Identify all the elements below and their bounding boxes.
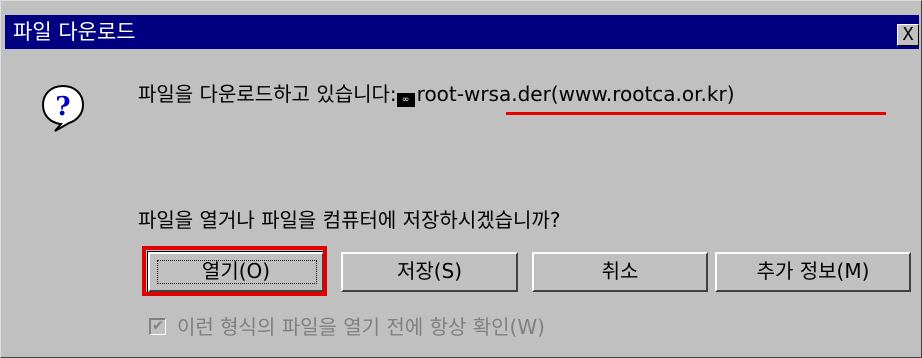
filename-highlight-underline <box>506 112 886 115</box>
save-button-label: 저장(S) <box>396 259 463 283</box>
download-message: 파일을 다운로드하고 있습니다: ∞ root-wrsa.der(www.rootc… <box>138 80 735 108</box>
question-icon: ? <box>41 84 85 132</box>
close-button[interactable]: X <box>897 24 919 46</box>
always-ask-label: 이런 형식의 파일을 열기 전에 항상 확인(W) <box>177 315 545 339</box>
cancel-button-label: 취소 <box>601 259 639 283</box>
more-info-button[interactable]: 추가 정보(M) <box>715 252 911 292</box>
download-dialog: 파일 다운로드 X ? 파일을 다운로드하고 있습니다: ∞ root-wrsa.d… <box>0 0 922 358</box>
cancel-button[interactable]: 취소 <box>532 252 708 292</box>
save-button[interactable]: 저장(S) <box>341 252 518 292</box>
svg-text:?: ? <box>55 92 70 122</box>
title-bar[interactable]: 파일 다운로드 X <box>5 15 919 49</box>
more-info-button-label: 추가 정보(M) <box>756 259 870 283</box>
open-button-highlight-box <box>142 246 327 296</box>
file-name: root-wrsa.der(www.rootca.or.kr) <box>416 82 735 106</box>
open-or-save-question: 파일을 열거나 파일을 컴퓨터에 저장하시겠습니까? <box>138 208 561 232</box>
always-ask-checkbox[interactable]: ✔ <box>149 318 166 335</box>
file-icon: ∞ <box>396 93 415 107</box>
download-message-prefix: 파일을 다운로드하고 있습니다: <box>138 82 397 106</box>
dialog-title: 파일 다운로드 <box>13 20 136 44</box>
